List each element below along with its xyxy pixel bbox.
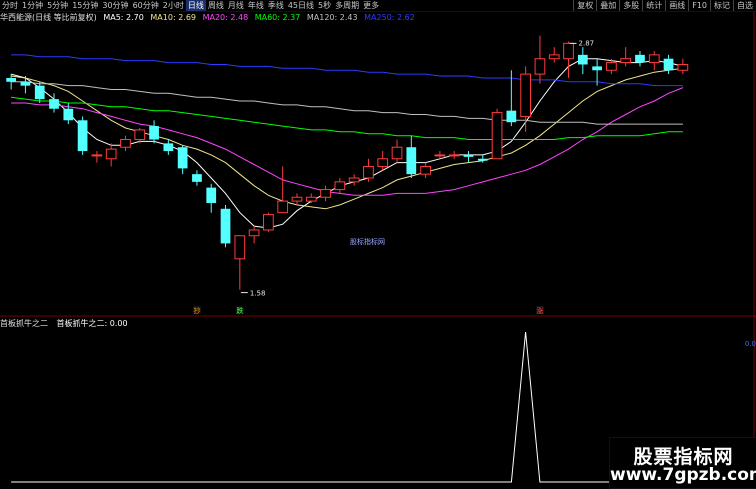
candle-body: [548, 54, 560, 60]
candle-body: [163, 143, 174, 152]
indicator-line: [11, 331, 683, 483]
candle-body: [563, 42, 574, 60]
watermark-url: www.7gpzb.com: [610, 465, 756, 485]
candle-body: [320, 189, 331, 198]
candle-body: [334, 181, 346, 191]
candle-body: [577, 54, 588, 65]
candle-body: [434, 154, 446, 157]
site-watermark: 股票指标网 www.7gpzb.com: [609, 437, 756, 489]
candle-body: [263, 214, 274, 231]
candle-body: [192, 174, 202, 182]
candle-body: [406, 147, 417, 175]
price-annotation-label: 1.58: [250, 290, 266, 298]
ma-line-ma60: [11, 96, 683, 140]
signal-marker: 涨: [536, 306, 543, 315]
candle-body: [234, 235, 246, 260]
candle-body: [534, 58, 546, 75]
candle-body: [448, 154, 460, 157]
candle-body: [120, 139, 131, 148]
candle-body: [463, 154, 474, 157]
candle-body: [248, 229, 260, 237]
candle-body: [6, 77, 17, 82]
candle-body: [491, 112, 503, 160]
candle-body: [34, 85, 45, 100]
ma-line-ma120: [11, 81, 683, 125]
ma-line-ma20: [11, 87, 684, 196]
candle-body: [663, 58, 674, 71]
center-watermark: 股标指标网: [350, 238, 385, 246]
candle-body: [620, 58, 632, 64]
candle-body: [177, 147, 188, 169]
candle-body: [63, 108, 74, 121]
candle-body: [20, 81, 31, 86]
ma-line-ma5: [10, 58, 684, 229]
signal-marker: 跌: [236, 306, 243, 315]
candle-body: [377, 158, 389, 167]
candle-body: [91, 154, 103, 157]
right-axis-value: 0.0: [744, 340, 756, 348]
candle-body: [606, 62, 617, 71]
candle-body: [277, 200, 289, 214]
candle-body: [520, 73, 532, 117]
price-annotation-label: 2.87: [579, 39, 595, 47]
candle-body: [363, 165, 374, 179]
candle-body: [506, 110, 517, 123]
candle-body: [677, 63, 689, 71]
candle-body: [348, 177, 360, 183]
candle-body: [305, 196, 317, 202]
candle-body: [477, 158, 488, 161]
candle-body: [592, 66, 602, 71]
signal-marker: 抄: [193, 306, 200, 315]
candle-body: [105, 148, 117, 160]
candle-body: [648, 54, 660, 64]
candle-body: [635, 54, 645, 63]
candle-body: [291, 196, 303, 202]
candle-body: [420, 165, 431, 175]
candle-body: [49, 99, 59, 109]
candle-body: [134, 129, 146, 141]
candle-body: [149, 126, 159, 140]
candle-body: [391, 146, 403, 160]
candle-body: [77, 120, 88, 152]
candle-body: [220, 208, 231, 244]
candle-body: [206, 187, 217, 204]
